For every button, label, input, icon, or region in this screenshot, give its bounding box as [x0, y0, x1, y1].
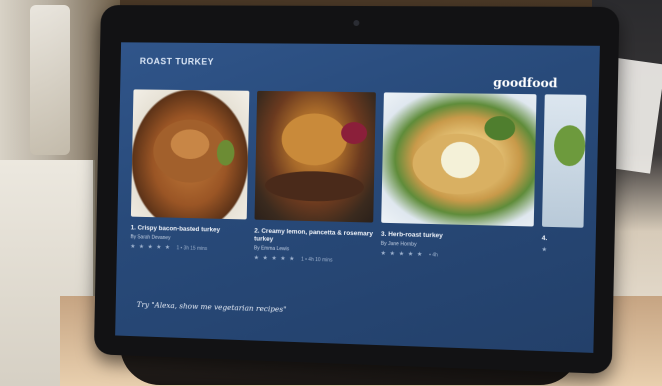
voice-hint: Try "Alexa, show me vegetarian recipes" — [136, 300, 287, 314]
recipe-author: By Jane Hornby — [380, 240, 417, 248]
star-rating-icon: ★ ★ ★ ★ ★ — [380, 250, 424, 259]
recipe-rating: ★ — [541, 246, 583, 254]
recipe-meta: • 4h — [429, 252, 438, 259]
recipe-rating: ★ ★ ★ ★ ★ 1 • 3h 15 mins — [130, 243, 246, 253]
brand-logo: goodfood — [493, 75, 558, 91]
recipe-meta: 1 • 3h 15 mins — [176, 245, 208, 253]
recipe-photo — [130, 89, 250, 220]
recipe-author: By Emma Lewis — [253, 245, 290, 253]
recipe-meta: 1 • 4h 10 mins — [301, 256, 333, 264]
recipe-author: By Sarah Devaney — [130, 234, 171, 242]
star-rating-icon: ★ ★ ★ ★ ★ — [130, 244, 172, 252]
lamp — [30, 5, 70, 155]
recipe-rating: ★ ★ ★ ★ ★ 1 • 4h 10 mins — [254, 254, 373, 264]
star-rating-icon: ★ ★ ★ ★ ★ — [253, 255, 296, 263]
recipe-carousel: 1. Crispy bacon-basted turkey By Sarah D… — [129, 89, 600, 311]
recipe-photo — [381, 92, 537, 227]
recipe-title: 4. — [541, 234, 548, 243]
recipe-rating: ★ ★ ★ ★ ★ • 4h — [380, 250, 533, 261]
echo-show-device: ROAST TURKEY goodfood 1. Crispy bacon-ba… — [93, 5, 620, 375]
star-rating-icon: ★ — [541, 247, 549, 254]
recipe-title: 2. Creamy lemon, pancetta & rosemary tur… — [254, 227, 373, 243]
recipe-title: 1. Crispy bacon-basted turkey — [130, 224, 221, 234]
device-screen[interactable]: ROAST TURKEY goodfood 1. Crispy bacon-ba… — [115, 42, 600, 353]
recipe-photo — [541, 94, 587, 228]
recipe-card[interactable]: 3. Herb-roast turkey By Jane Hornby ★ ★ … — [380, 92, 537, 261]
camera-icon — [353, 19, 360, 27]
recipe-card[interactable]: 2. Creamy lemon, pancetta & rosemary tur… — [253, 90, 376, 265]
recipe-card[interactable]: 4. ★ — [541, 94, 587, 254]
section-title: ROAST TURKEY — [139, 56, 215, 67]
recipe-card[interactable]: 1. Crispy bacon-basted turkey By Sarah D… — [130, 89, 250, 253]
recipe-photo — [254, 90, 376, 223]
